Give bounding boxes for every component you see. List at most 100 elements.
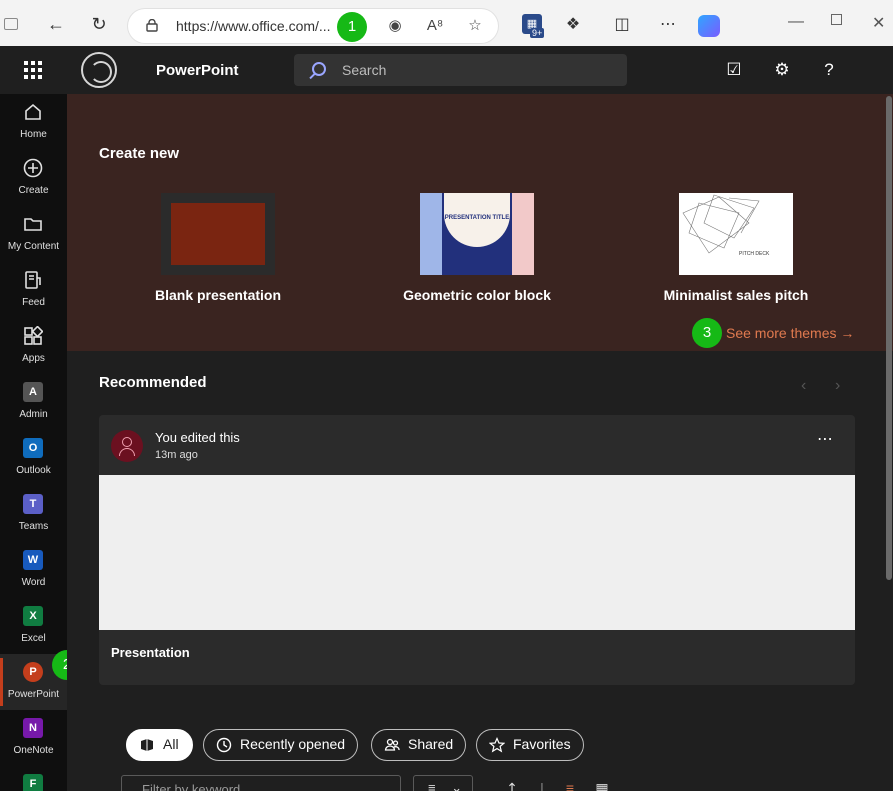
app-name[interactable]: PowerPoint — [156, 62, 239, 79]
onenote-icon: N — [23, 718, 43, 738]
rail-item-word[interactable]: W Word — [0, 542, 67, 598]
rail-item-excel[interactable]: X Excel — [0, 598, 67, 654]
avatar — [111, 430, 143, 462]
address-bar[interactable]: https://www.office.com/... ◉ A⁸ ☆ — [128, 9, 498, 43]
url-text[interactable]: https://www.office.com/... — [176, 18, 331, 34]
read-aloud-icon[interactable]: A⁸ — [426, 17, 444, 35]
people-icon — [384, 738, 400, 751]
teams-icon: T — [23, 494, 43, 514]
settings-gear-icon[interactable]: ⚙ — [772, 60, 792, 80]
forms-icon: F — [23, 774, 43, 791]
carousel-next-icon[interactable]: › — [835, 377, 840, 395]
grid-view-icon[interactable]: ▦ — [593, 779, 611, 791]
clock-icon — [216, 737, 232, 753]
refresh-icon[interactable]: ↻ — [89, 14, 109, 34]
rail-item-onenote[interactable]: N OneNote — [0, 710, 67, 766]
template-geometric-color-block[interactable]: PRESENTATION TITLE Geometric color block — [377, 193, 577, 303]
filter-pill-all[interactable]: All — [126, 729, 193, 761]
search-input[interactable] — [342, 60, 602, 80]
pill-label: Favorites — [513, 736, 571, 752]
copilot-icon[interactable] — [698, 15, 720, 37]
rail-item-admin[interactable]: A Admin — [0, 374, 67, 430]
star-icon — [489, 737, 505, 753]
thumb-title: PITCH DECK — [739, 251, 770, 257]
outlook-icon: O — [23, 438, 43, 458]
extensions-puzzle-icon[interactable]: ❖ — [563, 15, 583, 35]
filter-keyword-input[interactable] — [142, 782, 382, 791]
apps-grid-icon — [24, 326, 43, 345]
help-icon[interactable]: ? — [819, 60, 839, 80]
template-minimalist-sales-pitch[interactable]: PITCH DECK Minimalist sales pitch — [636, 193, 836, 303]
create-new-title: Create new — [99, 145, 180, 162]
admin-icon: A — [23, 382, 43, 402]
tab-actions-icon[interactable] — [4, 18, 18, 30]
app-header: PowerPoint ☑ ⚙ ? — [0, 46, 893, 94]
file-preview[interactable] — [99, 475, 855, 630]
rail-item-teams[interactable]: T Teams — [0, 486, 67, 542]
app-launcher-icon[interactable] — [24, 61, 42, 79]
template-thumbnail[interactable]: PITCH DECK — [679, 193, 793, 275]
see-more-themes-link[interactable]: See more themes → — [726, 325, 854, 341]
tasks-icon[interactable]: ☑ — [724, 60, 744, 80]
page-root: ← ↻ https://www.office.com/... ◉ A⁸ ☆ 1 … — [0, 0, 893, 791]
chevron-down-icon: ⌄ — [451, 780, 463, 791]
activity-time: 13m ago — [155, 449, 198, 461]
carousel-prev-icon[interactable]: ‹ — [801, 377, 806, 395]
recommended-title: Recommended — [99, 374, 207, 391]
close-icon[interactable]: ✕ — [872, 13, 885, 33]
template-thumbnail[interactable]: PRESENTATION TITLE — [420, 193, 534, 275]
feed-icon — [25, 271, 41, 289]
more-options-icon[interactable]: ⋯ — [658, 15, 678, 35]
browser-toolbar: ← ↻ https://www.office.com/... ◉ A⁸ ☆ 1 … — [0, 0, 893, 46]
sort-dropdown[interactable]: ≡ ⌄ — [413, 775, 473, 791]
excel-icon: X — [23, 606, 43, 626]
filter-keyword-box[interactable] — [121, 775, 401, 791]
search-box[interactable] — [294, 54, 627, 86]
page-scrollbar[interactable] — [886, 96, 892, 580]
upload-icon[interactable]: ↥ — [503, 779, 521, 791]
template-blank[interactable]: Blank presentation — [118, 193, 318, 303]
pill-label: Shared — [408, 736, 454, 752]
pill-label: Recently opened — [240, 736, 346, 752]
rail-item-my-content[interactable]: My Content — [0, 206, 67, 262]
lock-icon[interactable] — [146, 19, 158, 32]
search-icon — [312, 62, 326, 76]
word-icon: W — [23, 550, 43, 570]
filter-pill-favorites[interactable]: Favorites — [476, 729, 584, 761]
filter-pill-shared[interactable]: Shared — [371, 729, 467, 761]
favorite-star-icon[interactable]: ☆ — [466, 17, 484, 35]
back-icon[interactable]: ← — [46, 14, 66, 34]
rail-item-next-app[interactable]: F — [0, 766, 67, 791]
cube-stack-icon — [141, 739, 153, 751]
filter-pill-recently-opened[interactable]: Recently opened — [203, 729, 359, 761]
rail-item-outlook[interactable]: O Outlook — [0, 430, 67, 486]
minimize-icon[interactable]: — — [788, 13, 804, 31]
list-view-icon[interactable]: ≡ — [561, 779, 579, 791]
left-nav-rail: Home Create My Content Feed Apps A Admin… — [0, 94, 67, 791]
rail-item-feed[interactable]: Feed — [0, 262, 67, 318]
recommended-section: Recommended ‹ › You edited this 13m ago … — [67, 351, 893, 791]
template-thumbnail[interactable] — [161, 193, 275, 275]
template-name[interactable]: Minimalist sales pitch — [636, 287, 836, 303]
template-name[interactable]: Blank presentation — [118, 287, 318, 303]
divider: | — [540, 780, 544, 791]
line-art-graphic — [682, 194, 760, 254]
pill-label: All — [163, 736, 179, 752]
activity-text: You edited this — [155, 430, 240, 445]
powerpoint-icon: P — [23, 662, 43, 682]
create-plus-icon — [23, 158, 43, 178]
rail-item-apps[interactable]: Apps — [0, 318, 67, 374]
annotation-badge-3: 3 — [692, 318, 722, 348]
maximize-icon[interactable] — [831, 14, 842, 25]
template-name[interactable]: Geometric color block — [377, 287, 577, 303]
more-actions-icon[interactable]: ⋯ — [817, 429, 834, 449]
rail-item-home[interactable]: Home — [0, 94, 67, 150]
folder-icon — [24, 218, 42, 231]
reader-view-icon[interactable]: ◉ — [386, 17, 404, 35]
sort-lines-icon: ≡ — [428, 780, 436, 791]
split-screen-icon[interactable]: ◫ — [612, 15, 632, 35]
recommended-file-card[interactable]: You edited this 13m ago ⋯ Presentation — [99, 415, 855, 685]
rail-item-create[interactable]: Create — [0, 150, 67, 206]
office-logo[interactable] — [81, 52, 117, 88]
file-title[interactable]: Presentation — [111, 645, 190, 660]
